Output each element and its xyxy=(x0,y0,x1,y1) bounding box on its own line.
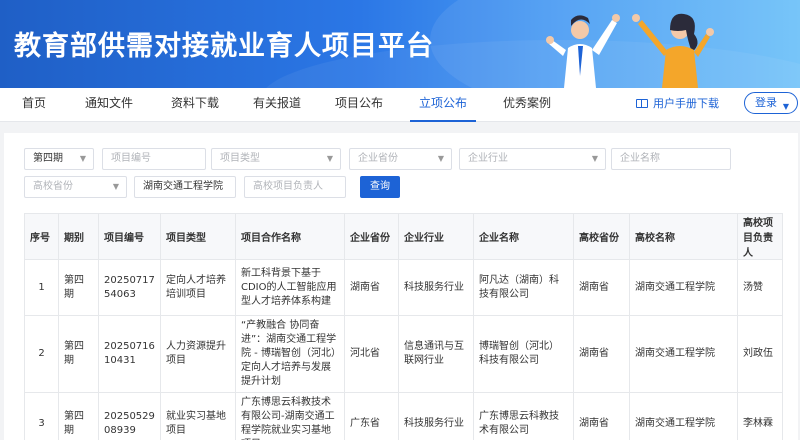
login-label: 登录 xyxy=(755,96,777,109)
nav-approval-announce[interactable]: 立项公布 xyxy=(410,88,477,122)
uni-province-select[interactable]: 高校省份 ▼ xyxy=(24,176,127,198)
cell-project-type: 人力资源提升项目 xyxy=(160,315,236,393)
cell-project-no: 2025071754063 xyxy=(98,259,161,316)
col-header: 项目合作名称 xyxy=(235,213,345,260)
cell-project-type: 就业实习基地项目 xyxy=(160,392,236,440)
cell-project-no: 2025052908939 xyxy=(98,392,161,440)
nav-excellent-cases[interactable]: 优秀案例 xyxy=(503,88,551,122)
content-panel: 第四期 ▼ 项目编号 项目类型 ▼ 企业省份 ▼ 企业行业 ▼ 企业名称 高校省份 ▼ 湖… xyxy=(4,133,798,440)
nav-project-announce[interactable]: 项目公布 xyxy=(335,88,383,122)
nav-reports[interactable]: 有关报道 xyxy=(253,88,301,122)
chevron-down-icon: ▼ xyxy=(112,182,119,191)
chevron-down-icon: ▼ xyxy=(782,102,789,111)
cell-index: 2 xyxy=(24,315,59,393)
login-button[interactable]: 登录 ▼ xyxy=(744,92,798,114)
book-icon xyxy=(636,99,648,108)
manual-download-label: 用户手册下载 xyxy=(653,97,719,110)
chevron-down-icon: ▼ xyxy=(591,154,598,163)
table-row[interactable]: 1 第四期 2025071754063 定向人才培养培训项目 新工科背景下基于C… xyxy=(24,259,783,316)
col-header: 企业行业 xyxy=(398,213,474,260)
cell-period: 第四期 xyxy=(58,392,99,440)
uni-name-input[interactable]: 湖南交通工程学院 xyxy=(134,176,236,198)
period-select[interactable]: 第四期 ▼ xyxy=(24,148,94,170)
cell-project-name: “产教融合 协同奋进”：湖南交通工程学院 - 博瑞智创（河北）定向人才培养与发展… xyxy=(235,315,345,393)
col-header: 项目类型 xyxy=(160,213,236,260)
cell-uni-name: 湖南交通工程学院 xyxy=(629,259,738,316)
cell-project-type: 定向人才培养培训项目 xyxy=(160,259,236,316)
cell-ent-province: 河北省 xyxy=(344,315,399,393)
col-header: 高校省份 xyxy=(573,213,630,260)
ent-province-select[interactable]: 企业省份 ▼ xyxy=(349,148,452,170)
ent-province-placeholder: 企业省份 xyxy=(358,153,398,164)
cell-project-name: 新工科背景下基于CDIO的人工智能应用型人才培养体系构建 xyxy=(235,259,345,316)
cell-period: 第四期 xyxy=(58,259,99,316)
col-header: 高校项目负责人 xyxy=(737,213,783,260)
ent-industry-select[interactable]: 企业行业 ▼ xyxy=(459,148,606,170)
chevron-down-icon: ▼ xyxy=(326,154,333,163)
cell-uni-name: 湖南交通工程学院 xyxy=(629,315,738,393)
chevron-down-icon: ▼ xyxy=(79,154,86,163)
cell-ent-industry: 科技服务行业 xyxy=(398,392,474,440)
header-banner: 教育部供需对接就业育人项目平台 xyxy=(0,0,800,88)
cell-uni-province: 湖南省 xyxy=(573,315,630,393)
cell-uni-leader: 李林霖 xyxy=(737,392,783,440)
uni-leader-input[interactable]: 高校项目负责人 xyxy=(244,176,346,198)
nav-downloads[interactable]: 资料下载 xyxy=(171,88,219,122)
cell-project-name: 广东博思云科教技术有限公司-湖南交通工程学院就业实习基地项目 xyxy=(235,392,345,440)
chevron-down-icon: ▼ xyxy=(437,154,444,163)
project-no-input[interactable]: 项目编号 xyxy=(102,148,206,170)
nav-home[interactable]: 首页 xyxy=(22,88,46,122)
cell-uni-name: 湖南交通工程学院 xyxy=(629,392,738,440)
cell-ent-province: 湖南省 xyxy=(344,259,399,316)
col-header: 高校名称 xyxy=(629,213,738,260)
table-row[interactable]: 3 第四期 2025052908939 就业实习基地项目 广东博思云科教技术有限… xyxy=(24,392,783,440)
cell-ent-industry: 信息通讯与互联网行业 xyxy=(398,315,474,393)
project-type-select[interactable]: 项目类型 ▼ xyxy=(211,148,341,170)
uni-province-placeholder: 高校省份 xyxy=(33,181,73,192)
nav-notice-files[interactable]: 通知文件 xyxy=(85,88,133,122)
period-value: 第四期 xyxy=(33,153,63,164)
col-header: 序号 xyxy=(24,213,59,260)
cell-project-no: 2025071610431 xyxy=(98,315,161,393)
cell-ent-name: 阿凡达（湖南）科技有限公司 xyxy=(473,259,574,316)
cell-ent-name: 广东博思云科教技术有限公司 xyxy=(473,392,574,440)
projects-table: 序号 期别 项目编号 项目类型 项目合作名称 企业省份 企业行业 企业名称 高校… xyxy=(24,213,783,440)
high-five-illustration xyxy=(546,13,714,88)
cell-index: 3 xyxy=(24,392,59,440)
col-header: 项目编号 xyxy=(98,213,161,260)
cell-ent-province: 广东省 xyxy=(344,392,399,440)
cell-uni-province: 湖南省 xyxy=(573,259,630,316)
manual-download-link[interactable]: 用户手册下载 xyxy=(636,88,719,122)
project-type-placeholder: 项目类型 xyxy=(220,153,260,164)
col-header: 企业名称 xyxy=(473,213,574,260)
cell-ent-industry: 科技服务行业 xyxy=(398,259,474,316)
ent-industry-placeholder: 企业行业 xyxy=(468,153,508,164)
cell-index: 1 xyxy=(24,259,59,316)
query-button[interactable]: 查询 xyxy=(360,176,400,198)
table-header-row: 序号 期别 项目编号 项目类型 项目合作名称 企业省份 企业行业 企业名称 高校… xyxy=(24,213,783,260)
cell-ent-name: 博瑞智创（河北）科技有限公司 xyxy=(473,315,574,393)
cell-period: 第四期 xyxy=(58,315,99,393)
col-header: 期别 xyxy=(58,213,99,260)
cell-uni-province: 湖南省 xyxy=(573,392,630,440)
col-header: 企业省份 xyxy=(344,213,399,260)
cell-uni-leader: 刘政伍 xyxy=(737,315,783,393)
site-title: 教育部供需对接就业育人项目平台 xyxy=(14,31,434,62)
cell-uni-leader: 汤赞 xyxy=(737,259,783,316)
table-row[interactable]: 2 第四期 2025071610431 人力资源提升项目 “产教融合 协同奋进”… xyxy=(24,315,783,393)
ent-name-input[interactable]: 企业名称 xyxy=(611,148,731,170)
main-nav: 首页 通知文件 资料下载 有关报道 项目公布 立项公布 优秀案例 用户手册下载 … xyxy=(0,88,800,122)
